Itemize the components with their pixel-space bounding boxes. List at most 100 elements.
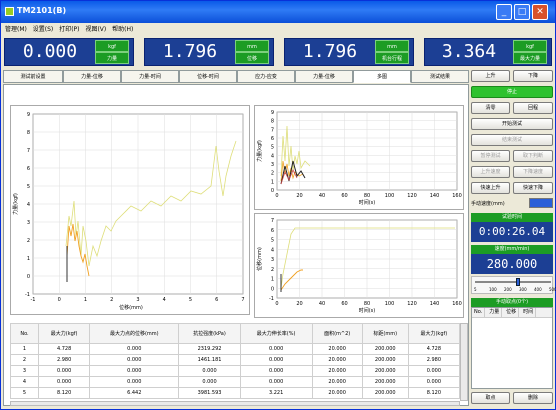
table-cell: 0.000 <box>239 343 313 355</box>
y-tick-label: 0 <box>27 274 30 280</box>
tab-force-time[interactable]: 力量-时间 <box>121 70 179 83</box>
minimize-icon[interactable]: _ <box>496 4 512 20</box>
table-row[interactable]: 1 4.728 0.000 2319.292 0.000 20.000 200.000 4.7… <box>10 343 461 355</box>
down-button[interactable]: 下降 <box>513 70 553 82</box>
table-cell: 0.000 <box>37 365 91 377</box>
table-cell: 200.000 <box>361 365 409 377</box>
tab-test-results[interactable]: 测试结果 <box>411 70 469 83</box>
table-cell: 5 <box>10 387 39 399</box>
fast-down-button[interactable]: 快速下降 <box>513 182 553 194</box>
y-tick-label: 2 <box>271 171 274 177</box>
y-tick-labels-2: 0 1 2 3 4 5 6 7 8 9 <box>271 110 274 194</box>
table-row[interactable]: 5 8.120 6.442 3981.593 3.221 20.000 200.000 8.1… <box>10 387 461 399</box>
travel-meter: 1.796 mm 机台行程 <box>284 38 414 66</box>
close-icon[interactable]: ✕ <box>532 4 548 20</box>
down-speed-button[interactable]: 下降速度 <box>513 166 553 178</box>
table-row[interactable]: 2 2.980 0.000 1461.181 0.000 20.000 200.000 2.9… <box>10 354 461 366</box>
max-force-value: 3.364 <box>441 41 497 62</box>
return-button[interactable]: 回程 <box>513 102 553 114</box>
table-cell: 0.000 <box>89 365 180 377</box>
y-tick-label: 4 <box>27 202 30 208</box>
tab-stress-strain[interactable]: 应力-应变 <box>237 70 295 83</box>
manual-speed-label: 手动速度(mm) <box>471 201 505 207</box>
displacement-unit: mm <box>235 40 269 52</box>
table-cell: 0.000 <box>407 365 461 377</box>
menu-print[interactable]: 打印(P) <box>59 24 79 35</box>
pause-test-button[interactable]: 暂停测试 <box>471 150 510 162</box>
test-time-value: 0:00:26.04 <box>471 222 553 242</box>
slider-tick-label: 5 <box>474 287 477 292</box>
table-cell: 3.221 <box>239 387 313 399</box>
menu-manage[interactable]: 管理(M) <box>5 24 27 35</box>
table-cell: 0.000 <box>407 376 461 388</box>
table-cell: 20.000 <box>311 343 363 355</box>
multi-chart-panel: -1 0 1 2 3 4 5 6 7 -1 0 1 2 3 4 5 6 7 8 9 位移(mm) 力量(kgf) 0… <box>3 84 469 406</box>
y-tick-label: 8 <box>271 119 274 125</box>
x-tick-label: 0 <box>58 297 61 303</box>
max-force-label: 最大力量 <box>513 52 547 64</box>
x-tick-label: 4 <box>163 297 166 303</box>
tab-force-displacement-2[interactable]: 力量-位移 <box>295 70 353 83</box>
displacement-time-svg: 0 20 40 60 80 100 120 140 160 -101234567 时间(s) 位… <box>256 218 462 314</box>
stop-button[interactable]: 停止 <box>471 86 553 98</box>
tab-pretest-settings[interactable]: 测试前设置 <box>3 70 63 83</box>
x-tick-label: 1 <box>84 297 87 303</box>
y-tick-label: 4 <box>271 153 274 159</box>
table-horizontal-scrollbar[interactable] <box>10 401 460 406</box>
y-tick-label: 8 <box>27 130 30 136</box>
manual-speed-input[interactable] <box>529 198 553 208</box>
speed-value: 280.000 <box>471 254 553 274</box>
col-gauge: 标距(mm) <box>361 323 409 344</box>
col-area: 面积(m^2) <box>311 323 363 344</box>
left-ylabel: 力量(kgf) <box>12 193 19 215</box>
x-tick-label: 3 <box>136 297 139 303</box>
menu-settings[interactable]: 设置(S) <box>33 24 54 35</box>
x-tick-labels-2: 0 20 40 60 80 100 120 140 160 <box>275 193 461 199</box>
up-button[interactable]: 上升 <box>471 70 510 82</box>
displacement-meter: 1.796 mm 位移 <box>144 38 274 66</box>
x-tick-label: 7 <box>241 297 244 303</box>
x-tick-label: 160 <box>452 301 462 307</box>
x-tick-labels-3: 0 20 40 60 80 100 120 140 160 <box>275 301 461 307</box>
tab-multi-chart[interactable]: 多图 <box>353 70 411 83</box>
cancel-test-button[interactable]: 取下判断 <box>513 150 553 162</box>
y-tick-label: 9 <box>27 112 30 118</box>
menu-view[interactable]: 视图(V) <box>85 24 106 35</box>
x-tick-label: 40 <box>319 301 325 307</box>
displacement-time-plot: 0 20 40 60 80 100 120 140 160 -1 0 1 2 3 4 5 6 7 时间(s) 位… <box>254 213 464 318</box>
x-tick-label: 120 <box>407 301 417 307</box>
tab-force-displacement[interactable]: 力量-位移 <box>63 70 121 83</box>
x-tick-label: 100 <box>385 301 395 307</box>
start-test-button[interactable]: 开始测试 <box>471 118 553 130</box>
force-meter: 0.000 kgf 力量 <box>4 38 134 66</box>
meter-strip: 0.000 kgf 力量 1.796 mm 位移 1.796 mm 机台行程 3… <box>1 35 555 67</box>
up-speed-button[interactable]: 上升速度 <box>471 166 510 178</box>
end-test-button[interactable]: 结束测试 <box>471 134 553 146</box>
manual-points-header: 手动取点(0个) <box>471 298 553 307</box>
y-tick-label: 7 <box>271 218 274 224</box>
delete-button[interactable]: 删除 <box>513 392 553 404</box>
maximize-icon[interactable]: □ <box>514 4 530 20</box>
table-cell: 0.000 <box>89 376 180 388</box>
y-tick-label: 0 <box>271 286 274 292</box>
fast-up-button[interactable]: 快速上升 <box>471 182 510 194</box>
force-displacement-plot: -1 0 1 2 3 4 5 6 7 -1 0 1 2 3 4 5 6 7 8 9 位移(mm) 力量(kgf) <box>10 105 250 315</box>
y-tick-label: 2 <box>271 267 274 273</box>
table-row[interactable]: 4 0.000 0.000 0.000 0.000 20.000 200.000 0.000 <box>10 376 461 388</box>
speed-header: 速度(mm/min) <box>471 245 553 254</box>
title-bar: TM2101(B) _ □ ✕ <box>1 1 555 23</box>
speed-slider[interactable]: 5 100 200 300 400 500 <box>471 276 556 294</box>
col-max-force: 最大力(kgf) <box>37 323 91 344</box>
menu-help[interactable]: 帮助(H) <box>112 24 133 35</box>
table-row[interactable]: 3 0.000 0.000 0.000 0.000 20.000 200.000 0.000 <box>10 365 461 377</box>
table-cell: 200.000 <box>361 354 409 366</box>
tab-displacement-time[interactable]: 位移-时间 <box>179 70 237 83</box>
x-tick-label: 0 <box>275 193 278 199</box>
displacement-label: 位移 <box>235 52 269 64</box>
x-tick-label: 0 <box>275 301 278 307</box>
slider-thumb[interactable] <box>516 278 520 286</box>
clear-button[interactable]: 清零 <box>471 102 510 114</box>
force-displacement-svg: -1 0 1 2 3 4 5 6 7 -1 0 1 2 3 4 5 6 7 8 9 位移(mm) 力量(kgf) <box>12 112 245 311</box>
take-point-button[interactable]: 取点 <box>471 392 510 404</box>
table-vertical-scrollbar[interactable] <box>460 323 468 401</box>
